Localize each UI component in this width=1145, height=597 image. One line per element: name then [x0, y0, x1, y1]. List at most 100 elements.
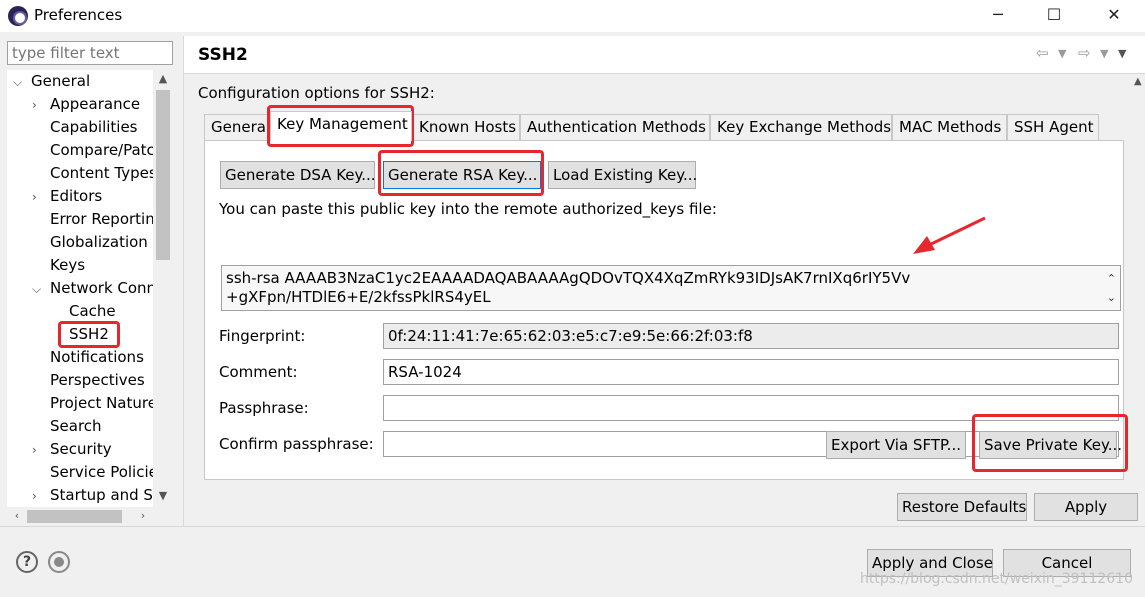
tree-item[interactable]: Search [32, 415, 102, 437]
tab-key-exchange-methods[interactable]: Key Exchange Methods [710, 114, 892, 140]
paste-key-label: You can paste this public key into the r… [219, 200, 717, 218]
fingerprint-field: 0f:24:11:41:7e:65:62:03:e5:c7:e9:5e:66:2… [383, 323, 1119, 349]
chevron-right-icon[interactable]: › [32, 94, 46, 116]
title-bar: Preferences ─ ☐ ✕ [0, 0, 1145, 32]
preferences-tree: ⌵ General › Appearance Capabilities Compare/P… [7, 70, 173, 526]
chevron-down-icon[interactable]: ▼ [153, 487, 173, 505]
annotation-arrow-icon [913, 216, 986, 254]
tree-item[interactable]: Cache [51, 300, 116, 322]
tab-key-management[interactable]: Key Management [270, 111, 412, 141]
tree-item[interactable]: Content Types [32, 162, 157, 184]
chevron-right-icon[interactable]: › [32, 186, 46, 208]
key-management-panel: Generate DSA Key... Generate RSA Key... … [204, 140, 1124, 480]
tree-item-label: Perspectives [50, 371, 145, 389]
tree-item-label: Compare/Patc [50, 141, 155, 159]
confirm-passphrase-label: Confirm passphrase: [219, 435, 374, 453]
tree-item-label: Project Nature [50, 394, 157, 412]
minimize-button[interactable]: ─ [975, 0, 1021, 32]
tree-item-label: Editors [50, 187, 103, 205]
chevron-right-icon[interactable]: › [133, 507, 153, 525]
save-private-key-button[interactable]: Save Private Key... [979, 431, 1122, 459]
tree-vertical-scrollbar[interactable]: ▲ ▼ [153, 70, 173, 507]
tree-item-label: Capabilities [50, 118, 138, 136]
tree-item-label: Cache [69, 302, 116, 320]
tree-item-label: General [31, 72, 91, 90]
filter-input[interactable] [7, 41, 173, 65]
tree-item[interactable]: Perspectives [32, 369, 145, 391]
load-existing-key-button[interactable]: Load Existing Key... [548, 161, 697, 189]
tree-item-label: Error Reportin [50, 210, 155, 228]
watermark: https://blog.csdn.net/weixin_39112610 [859, 571, 1133, 587]
tree-item[interactable]: › Security [32, 438, 112, 460]
tree-item-label: Keys [50, 256, 86, 274]
page-title: SSH2 [198, 45, 248, 65]
tree-item[interactable]: ⌵ General [13, 70, 90, 92]
export-via-sftp-button[interactable]: Export Via SFTP... [826, 431, 966, 459]
tab-mac-methods[interactable]: MAC Methods [892, 114, 1007, 140]
chevron-down-icon[interactable]: ⌵ [13, 71, 27, 93]
tree-item-label: Notifications [50, 348, 144, 366]
chevron-left-icon[interactable]: ‹ [7, 507, 27, 525]
public-key-line: +gXFpn/HTDlE6+E/2kfssPklRS4yEL [226, 288, 491, 306]
tree-item[interactable]: Capabilities [32, 116, 138, 138]
chevron-down-icon[interactable]: ⌄ [1107, 288, 1116, 307]
tree-item-label: Globalization [50, 233, 148, 251]
chevron-up-icon[interactable]: ⌃ [1107, 269, 1116, 288]
tree-item[interactable]: Project Nature [32, 392, 157, 414]
close-button[interactable]: ✕ [1091, 0, 1137, 32]
tree-item[interactable]: › Editors [32, 185, 102, 207]
back-arrow-icon[interactable]: ⇦ [1036, 44, 1049, 62]
tab-general[interactable]: General [204, 114, 270, 140]
apply-button[interactable]: Apply [1034, 493, 1138, 521]
view-menu-icon[interactable]: ▼ [1118, 47, 1126, 60]
comment-label: Comment: [219, 363, 298, 381]
generate-rsa-key-button[interactable]: Generate RSA Key... [383, 161, 541, 189]
tree-item[interactable]: › Startup and Sh [32, 484, 162, 506]
passphrase-field[interactable] [383, 395, 1119, 421]
tree-item-label: Search [50, 417, 102, 435]
scroll-thumb[interactable] [156, 90, 170, 260]
tree-item[interactable]: Keys [32, 254, 85, 276]
chevron-up-icon[interactable]: ▲ [153, 70, 173, 88]
maximize-button[interactable]: ☐ [1031, 0, 1077, 32]
preference-page: SSH2 ⇦ ▼ ⇨ ▼ ▼ ▲ Configuration options f… [183, 36, 1145, 526]
tree-item-label: Security [50, 440, 112, 458]
tree-item[interactable]: SSH2 [51, 323, 109, 345]
comment-field[interactable]: RSA-1024 [383, 359, 1119, 385]
record-macro-icon[interactable] [48, 551, 70, 573]
help-icon[interactable]: ? [16, 551, 38, 573]
page-header: SSH2 ⇦ ▼ ⇨ ▼ ▼ [184, 36, 1145, 74]
config-label: Configuration options for SSH2: [198, 84, 435, 102]
chevron-down-icon[interactable]: ⌵ [32, 278, 46, 300]
tree-item[interactable]: Error Reportin [32, 208, 155, 230]
tree-item[interactable]: › Appearance [32, 93, 140, 115]
tab-ssh-agent[interactable]: SSH Agent [1007, 114, 1099, 140]
page-vertical-scrollbar[interactable]: ▲ [1134, 46, 1145, 476]
tree-horizontal-scrollbar[interactable]: ‹ › [7, 507, 173, 526]
public-key-textarea[interactable]: ssh-rsa AAAAB3NzaC1yc2EAAAADAQABAAAAgQDO… [221, 265, 1121, 311]
back-menu-icon[interactable]: ▼ [1058, 47, 1066, 60]
passphrase-label: Passphrase: [219, 399, 309, 417]
chevron-up-icon[interactable]: ▲ [1134, 76, 1142, 87]
tab-authentication-methods[interactable]: Authentication Methods [520, 114, 710, 140]
generate-dsa-key-button[interactable]: Generate DSA Key... [220, 161, 376, 189]
chevron-right-icon[interactable]: › [32, 485, 46, 507]
forward-menu-icon[interactable]: ▼ [1100, 47, 1108, 60]
tree-item[interactable]: Notifications [32, 346, 144, 368]
chevron-right-icon[interactable]: › [32, 439, 46, 461]
tree-item[interactable]: Service Policie [32, 461, 158, 483]
tree-item-label: Content Types [50, 164, 157, 182]
eclipse-icon [8, 6, 28, 26]
public-key-line: ssh-rsa AAAAB3NzaC1yc2EAAAADAQABAAAAgQDO… [226, 269, 911, 287]
forward-arrow-icon[interactable]: ⇨ [1078, 44, 1091, 62]
restore-defaults-button[interactable]: Restore Defaults [897, 493, 1027, 521]
tree-item[interactable]: Globalization [32, 231, 148, 253]
scroll-thumb[interactable] [27, 510, 122, 523]
tree-item[interactable]: Compare/Patc [32, 139, 155, 161]
tree-item[interactable]: ⌵ Network Conn [32, 277, 156, 299]
tree-item-label: Service Policie [50, 463, 158, 481]
tree-item-label: Appearance [50, 95, 141, 113]
fingerprint-label: Fingerprint: [219, 327, 306, 345]
tab-known-hosts[interactable]: Known Hosts [412, 114, 520, 140]
tree-item-label: Network Conn [50, 279, 157, 297]
